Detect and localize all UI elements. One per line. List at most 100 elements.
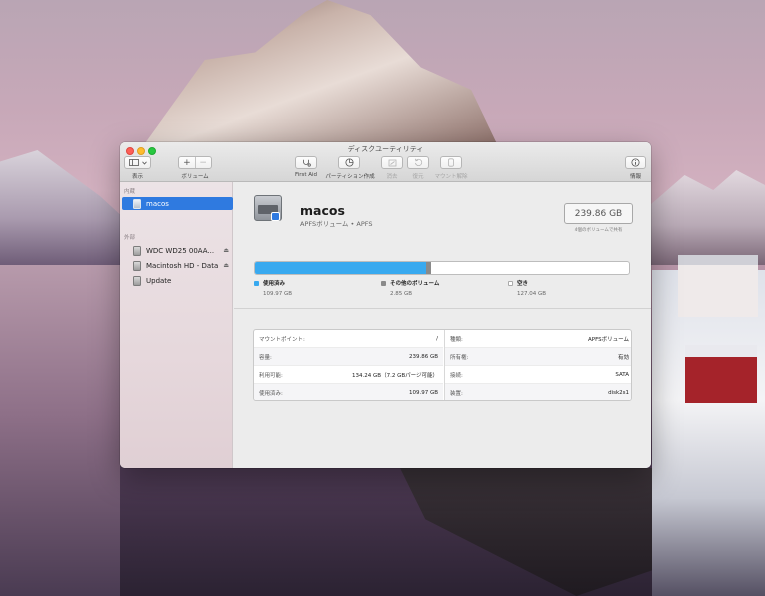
volume-button-group: + −: [178, 156, 212, 169]
disk-icon: [133, 275, 141, 286]
info-column-right: 種類: APFSボリューム 所有権: 有効 接続: SATA 装置: disk2…: [444, 330, 631, 400]
disk-icon: [133, 245, 141, 256]
legend-value-other: 2.85 GB: [390, 291, 413, 297]
remove-volume-button[interactable]: −: [195, 157, 211, 168]
wallpaper-hill-right: [650, 170, 765, 265]
info-value: 109.97 GB: [408, 389, 438, 396]
info-key: マウントポイント:: [259, 336, 305, 343]
erase-icon: [388, 159, 396, 166]
info-key: 使用済み:: [259, 390, 283, 397]
sidebar-item-label: Update: [146, 276, 172, 285]
restore-label: 復元: [412, 174, 424, 180]
partition-label: パーティション作成: [325, 174, 375, 180]
info-key: 種類:: [450, 336, 463, 343]
legend-value-free: 127.04 GB: [517, 291, 547, 297]
volume-info-table: マウントポイント: / 容量: 239.86 GB 利用可能: 134.24 G…: [253, 329, 632, 401]
volume-label: ボリューム: [181, 174, 209, 180]
info-value: /: [436, 335, 438, 342]
sidebar-item-label: macos: [146, 199, 169, 208]
info-value: SATA: [615, 371, 629, 378]
unmount-icon: [448, 158, 454, 167]
disk-utility-window: ディスクユーティリティ 表示 + − ボリューム First Aid パーティシ…: [120, 142, 651, 468]
legend-used: 使用済み: [254, 279, 285, 287]
legend-swatch-used: [254, 280, 259, 286]
sidebar-item-macos[interactable]: macos: [122, 197, 233, 210]
info-row: 利用可能: 134.24 GB（7.2 GBパージ可能）: [254, 366, 443, 384]
sidebar-item-wdc[interactable]: WDC WD25 00AA... ⏏: [120, 244, 233, 257]
eject-icon[interactable]: ⏏: [223, 247, 229, 254]
sidebar: 内蔵 macos 外部 WDC WD25 00AA... ⏏ Macintosh…: [120, 182, 233, 468]
sidebar-icon: [128, 159, 139, 166]
info-column-left: マウントポイント: / 容量: 239.86 GB 利用可能: 134.24 G…: [254, 330, 443, 400]
legend-label: 空き: [517, 281, 529, 287]
volume-badge-icon: [271, 212, 280, 221]
info-value: 239.86 GB: [408, 353, 438, 360]
info-label: 情報: [629, 174, 641, 180]
eject-icon[interactable]: ⏏: [223, 262, 229, 269]
volume-size-caption: 4個のボリュームで共有: [574, 228, 623, 233]
stethoscope-icon: [302, 159, 311, 167]
info-row: 使用済み: 109.97 GB: [254, 384, 443, 400]
info-value: disk2s1: [608, 389, 629, 396]
erase-label: 消去: [386, 174, 398, 180]
info-key: 容量:: [259, 354, 272, 361]
info-key: 所有権:: [450, 354, 469, 361]
view-label: 表示: [131, 174, 143, 180]
volume-subtitle: APFSボリューム • APFS: [300, 220, 373, 228]
sidebar-item-update[interactable]: Update: [120, 274, 233, 287]
sidebar-item-macintosh-hd-data[interactable]: Macintosh HD - Data ⏏: [120, 259, 233, 272]
volume-name: macos: [300, 203, 345, 218]
main-panel: macos APFSボリューム • APFS 239.86 GB 4個のボリュー…: [234, 182, 651, 468]
wallpaper-water: [0, 265, 120, 596]
info-button[interactable]: [625, 156, 646, 169]
sidebar-item-label: WDC WD25 00AA...: [146, 246, 215, 255]
legend-swatch-other: [381, 280, 386, 286]
unmount-button[interactable]: [440, 156, 462, 169]
window-title: ディスクユーティリティ: [347, 145, 424, 153]
first-aid-button[interactable]: [295, 156, 317, 169]
add-volume-button[interactable]: +: [179, 157, 195, 168]
chevron-down-icon: [141, 161, 147, 165]
wallpaper-hill-left: [0, 150, 125, 265]
legend-value-used: 109.97 GB: [263, 291, 293, 297]
wallpaper-mountain: [140, 0, 500, 150]
info-value: APFSボリューム: [588, 336, 629, 343]
info-key: 接続:: [450, 372, 463, 379]
wallpaper-rocks: [400, 468, 652, 596]
info-icon: [631, 158, 640, 167]
legend-label: 使用済み: [263, 281, 286, 287]
sidebar-item-label: Macintosh HD - Data: [146, 261, 219, 270]
sidebar-header-internal: 内蔵: [124, 189, 136, 195]
wallpaper-white-house: [678, 255, 758, 317]
legend-label: その他のボリューム: [390, 281, 440, 287]
legend-swatch-free: [508, 280, 513, 286]
titlebar: ディスクユーティリティ 表示 + − ボリューム First Aid パーティシ…: [120, 142, 651, 182]
info-value: 有効: [617, 354, 629, 361]
info-row: 種類: APFSボリューム: [445, 330, 631, 348]
wallpaper-snow: [652, 270, 765, 596]
erase-button[interactable]: [381, 156, 403, 169]
usage-bar-used: [255, 262, 427, 274]
info-row: 接続: SATA: [445, 366, 631, 384]
wallpaper-red-house: [685, 345, 757, 403]
disk-icon: [133, 260, 141, 271]
disk-icon: [133, 198, 141, 209]
usage-bar-other: [426, 262, 431, 274]
partition-button[interactable]: [338, 156, 360, 169]
info-row: 装置: disk2s1: [445, 384, 631, 400]
pie-chart-icon: [345, 158, 353, 167]
info-row: 所有権: 有効: [445, 348, 631, 366]
restore-icon: [414, 158, 422, 167]
info-row: 容量: 239.86 GB: [254, 348, 443, 366]
restore-button[interactable]: [407, 156, 429, 169]
section-divider: [234, 308, 651, 309]
unmount-label: マウント解除: [434, 174, 468, 180]
volume-size-badge: 239.86 GB: [564, 203, 633, 224]
info-value: 134.24 GB（7.2 GBパージ可能）: [352, 372, 438, 379]
info-row: マウントポイント: /: [254, 330, 443, 348]
sidebar-header-external: 外部: [124, 235, 136, 241]
info-key: 装置:: [450, 390, 463, 397]
info-key: 利用可能:: [259, 372, 283, 379]
view-button[interactable]: [124, 156, 151, 169]
legend-free: 空き: [508, 279, 528, 287]
